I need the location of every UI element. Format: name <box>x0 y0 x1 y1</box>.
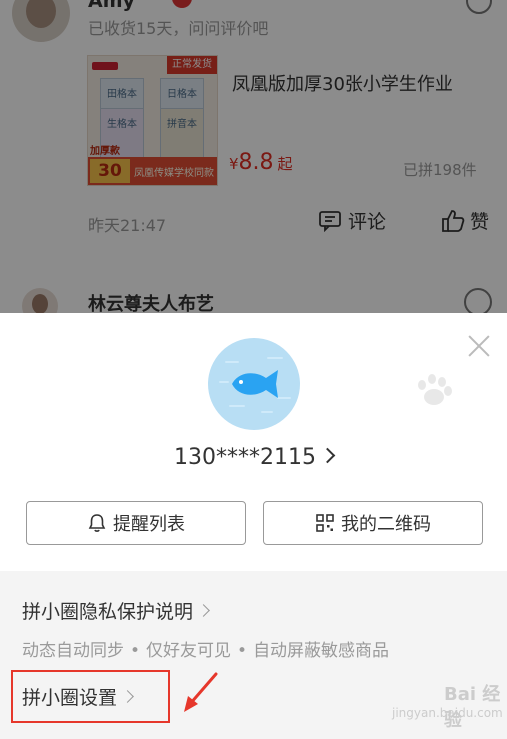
feature-item: 动态自动同步 <box>22 641 124 661</box>
privacy-policy-link[interactable]: 拼小圈隐私保护说明 <box>22 597 210 624</box>
bell-icon <box>88 514 106 532</box>
avatar[interactable] <box>208 338 300 430</box>
separator-dot: • <box>237 641 248 661</box>
remind-list-label: 提醒列表 <box>113 514 185 535</box>
phone-number: 130****2115 <box>174 445 316 470</box>
dim-overlay[interactable] <box>0 0 507 313</box>
annotation-arrow-icon <box>184 672 218 712</box>
remind-list-button[interactable]: 提醒列表 <box>26 501 246 545</box>
feed: Amy 已收货15天，问问评价吧 正常发货 田格本 日格本 生格本 拼音本 加厚… <box>0 0 507 313</box>
baidu-paw-logo-icon <box>418 374 452 405</box>
feature-item: 仅好友可见 <box>146 641 232 661</box>
chevron-right-icon <box>197 604 210 617</box>
annotation-highlight-box <box>11 670 170 723</box>
chevron-right-icon <box>319 447 336 464</box>
close-icon[interactable] <box>466 333 492 359</box>
fish-icon <box>219 357 291 413</box>
privacy-policy-label: 拼小圈隐私保护说明 <box>22 601 194 623</box>
feature-list: 动态自动同步 • 仅好友可见 • 自动屏蔽敏感商品 <box>22 636 389 661</box>
qr-code-button[interactable]: 我的二维码 <box>263 501 483 545</box>
feature-item: 自动屏蔽敏感商品 <box>253 641 390 661</box>
separator-dot: • <box>130 641 141 661</box>
phone-number-link[interactable]: 130****2115 <box>0 445 507 470</box>
qr-code-icon <box>316 514 334 532</box>
watermark-subtext: jingyan.baidu.com <box>392 706 503 720</box>
qr-code-label: 我的二维码 <box>341 514 431 535</box>
